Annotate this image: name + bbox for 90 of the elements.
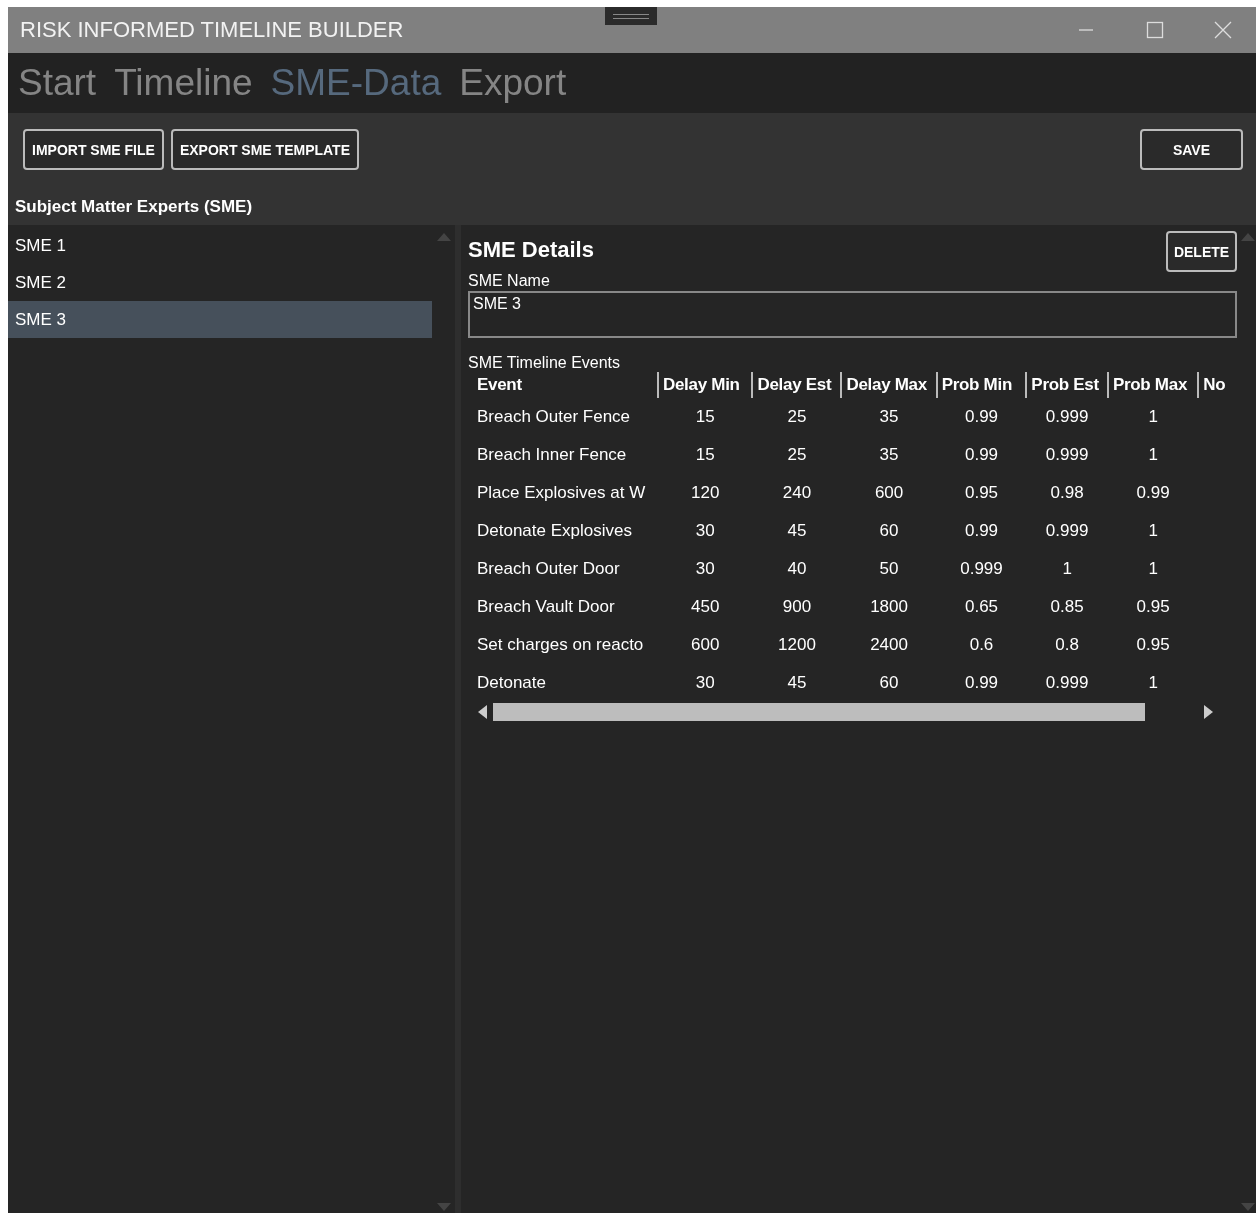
column-header[interactable]: Prob Min	[941, 375, 1012, 394]
scroll-down-icon[interactable]	[1241, 1203, 1255, 1211]
table-cell: 35	[879, 407, 899, 426]
table-cell: 0.95	[1136, 635, 1170, 654]
table-cell: 0.99	[964, 445, 999, 464]
table-cell: 0.99	[964, 673, 999, 692]
table-cell: Set charges on reacto	[477, 635, 644, 654]
table-cell: 0.95	[1136, 597, 1170, 616]
table-cell: 60	[879, 673, 899, 692]
table-cell: 0.99	[964, 521, 999, 540]
column-header[interactable]: Event	[477, 375, 522, 394]
scroll-left-icon[interactable]	[478, 705, 487, 719]
table-cell: 35	[879, 445, 899, 464]
table-cell: 450	[691, 597, 720, 616]
maximize-icon[interactable]	[1146, 21, 1164, 39]
table-cell: Detonate Explosives	[477, 521, 632, 540]
table-cell: 1	[1148, 407, 1158, 426]
table-cell: 30	[695, 521, 715, 540]
table-cell: 0.999	[1045, 445, 1089, 464]
table-cell: 0.6	[969, 635, 994, 654]
scroll-up-icon[interactable]	[1241, 233, 1255, 241]
table-cell: 15	[695, 445, 715, 464]
field-label: SME Timeline Events	[468, 354, 622, 372]
table-cell: Detonate	[477, 673, 546, 692]
table-cell: 1	[1062, 559, 1072, 578]
table-cell: 0.999	[960, 559, 1003, 578]
table-cell: 900	[782, 597, 812, 616]
table-cell: 15	[695, 407, 715, 426]
table-cell: 0.85	[1050, 597, 1084, 616]
table-cell: 0.65	[964, 597, 999, 616]
table-cell: 0.999	[1045, 673, 1089, 692]
nav-tab[interactable]: Export	[459, 62, 567, 104]
toolbar-button[interactable]: EXPORT SME TEMPLATE	[170, 129, 359, 170]
table-cell: 0.98	[1050, 483, 1084, 502]
column-header[interactable]: Prob Max	[1112, 375, 1188, 394]
table-cell: 25	[787, 407, 807, 426]
table-cell: 0.99	[964, 407, 999, 426]
table-cell: Breach Outer Door	[477, 559, 620, 578]
table-cell: 45	[787, 521, 807, 540]
table-cell: 1	[1148, 521, 1158, 540]
table-cell: Breach Outer Fence	[477, 407, 631, 426]
table-cell: 45	[787, 673, 807, 692]
window-title: RISK INFORMED TIMELINE BUILDER	[19, 17, 404, 43]
table-cell: 120	[691, 483, 720, 502]
table-cell: Breach Inner Fence	[477, 445, 627, 464]
table-cell: 1	[1148, 445, 1158, 464]
table-cell: 30	[695, 673, 715, 692]
section-heading: Subject Matter Experts (SME)	[14, 196, 254, 218]
table-cell: 600	[874, 483, 904, 502]
column-header[interactable]: No	[1203, 375, 1226, 394]
table-cell: 1200	[778, 635, 816, 654]
column-header[interactable]: Delay Est	[757, 375, 832, 394]
list-item[interactable]: SME 1	[8, 227, 432, 264]
column-header[interactable]: Delay Max	[846, 375, 927, 394]
close-icon[interactable]	[1214, 21, 1232, 39]
table-cell: 50	[879, 559, 899, 578]
table-cell: 25	[787, 445, 807, 464]
table-cell: Place Explosives at W	[477, 483, 646, 502]
field-label: SME Name	[468, 272, 551, 290]
table-cell: 2400	[870, 635, 908, 654]
name-field[interactable]: SME 3	[468, 291, 1237, 338]
nav-tab[interactable]: Start	[18, 62, 97, 104]
table-cell: 0.8	[1055, 635, 1079, 654]
table-cell: 1	[1148, 673, 1158, 692]
table-cell: 1800	[870, 597, 908, 616]
column-header[interactable]: Prob Est	[1031, 375, 1099, 394]
table-cell: 1	[1148, 559, 1158, 578]
table-cell: Breach Vault Door	[477, 597, 615, 616]
list-item[interactable]: SME 2	[8, 264, 432, 301]
table-cell: 0.95	[964, 483, 999, 502]
scrollbar-thumb[interactable]	[493, 703, 1145, 721]
column-header[interactable]: Delay Min	[663, 375, 740, 394]
table-cell: 0.999	[1045, 521, 1089, 540]
scroll-right-icon[interactable]	[1204, 705, 1213, 719]
table-cell: 600	[691, 635, 720, 654]
table-cell: 240	[782, 483, 812, 502]
scroll-down-icon[interactable]	[436, 1203, 451, 1211]
save-button[interactable]: SAVE	[1140, 129, 1243, 170]
drag-handle-icon[interactable]	[605, 7, 657, 25]
table-cell: 0.99	[1136, 483, 1170, 502]
table-cell: 30	[695, 559, 715, 578]
delete-button[interactable]: DELETE	[1166, 231, 1237, 272]
scroll-up-icon[interactable]	[436, 233, 451, 241]
panel-title: SME Details	[468, 237, 594, 263]
list-item[interactable]: SME 3	[8, 301, 432, 338]
table-cell: 40	[787, 559, 807, 578]
toolbar-button[interactable]: IMPORT SME FILE	[23, 129, 164, 170]
table-cell: 60	[879, 521, 899, 540]
table-cell: 0.999	[1045, 407, 1089, 426]
nav-tab[interactable]: Timeline	[114, 62, 253, 104]
